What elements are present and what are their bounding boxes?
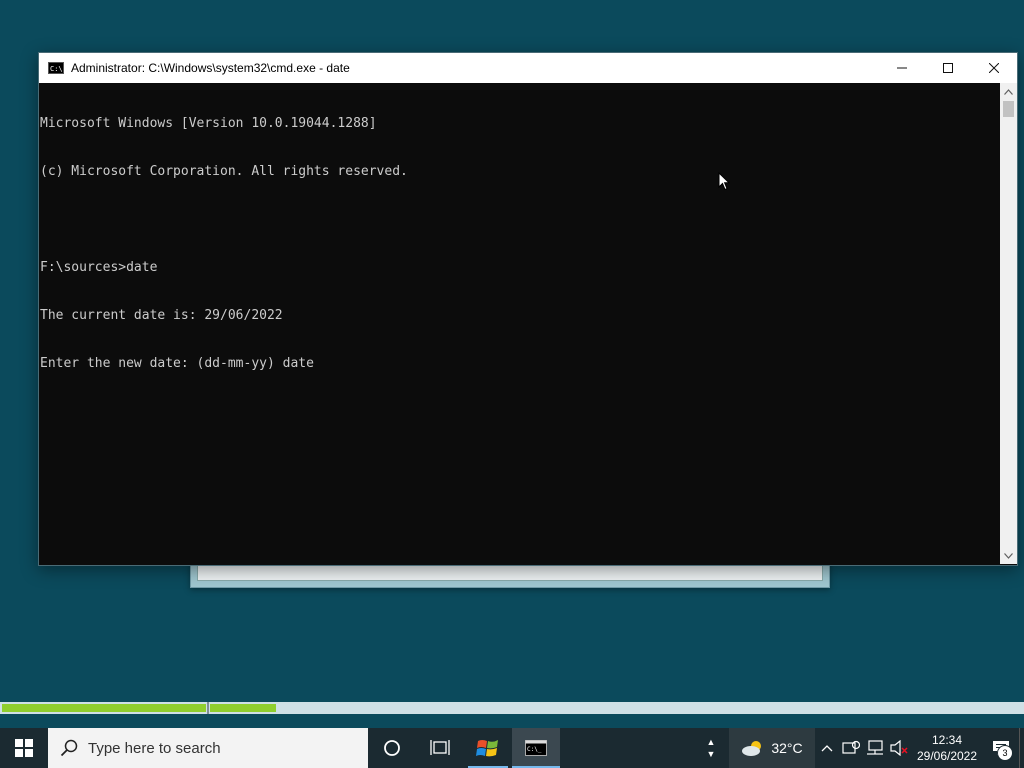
- progress-segment-2: [210, 704, 276, 712]
- weather-widget[interactable]: 32°C: [729, 728, 815, 768]
- network-icon: [867, 740, 883, 755]
- progress-divider: [207, 702, 209, 714]
- windows-logo-icon: [15, 739, 33, 757]
- maximize-button[interactable]: [925, 53, 971, 83]
- mouse-pointer-icon: [718, 172, 730, 191]
- task-view-button[interactable]: [416, 728, 464, 768]
- maximize-icon: [943, 63, 953, 73]
- console-line: Microsoft Windows [Version 10.0.19044.12…: [40, 116, 377, 131]
- chevron-up-icon[interactable]: ▲: [707, 736, 716, 748]
- taskbar-scroll-arrows[interactable]: ▲ ▼: [703, 728, 719, 768]
- windows-flag-icon: [476, 740, 498, 757]
- clock-time: 12:34: [931, 733, 963, 747]
- console-output[interactable]: Microsoft Windows [Version 10.0.19044.12…: [39, 83, 999, 563]
- minimize-button[interactable]: [879, 53, 925, 83]
- clock-date: 29/06/2022: [916, 749, 978, 763]
- cortana-circle-icon: [384, 740, 400, 756]
- cortana-button[interactable]: [368, 728, 416, 768]
- cmd-icon: C:\: [48, 62, 64, 74]
- start-button[interactable]: [0, 728, 48, 768]
- taskbar-app-cmd[interactable]: C:\_: [512, 728, 560, 768]
- taskbar: Type here to search C:\_ ▲ ▼ 32°C 12:34 …: [0, 728, 1024, 768]
- cloud-sun-icon: [742, 741, 762, 756]
- console-line: The current date is: 29/06/2022: [40, 308, 283, 323]
- progress-segment-1: [2, 704, 206, 712]
- weather-temperature: 32°C: [771, 740, 803, 756]
- svg-text:C:\_: C:\_: [527, 746, 542, 753]
- cmd-icon: C:\_: [525, 740, 547, 756]
- task-view-icon: [430, 740, 450, 755]
- show-hidden-icons-button[interactable]: [815, 728, 839, 768]
- console-line: Enter the new date: (dd-mm-yy) date: [40, 356, 314, 371]
- scroll-thumb[interactable]: [1003, 101, 1014, 117]
- notification-count-badge: 3: [997, 745, 1013, 761]
- shield-network-icon: [842, 740, 860, 754]
- search-icon: [60, 739, 78, 757]
- console-line: (c) Microsoft Corporation. All rights re…: [40, 164, 408, 179]
- close-icon: [989, 63, 999, 73]
- chevron-down-icon[interactable]: ▼: [707, 748, 716, 760]
- network-button[interactable]: [863, 728, 887, 768]
- volume-muted-icon: [890, 740, 908, 756]
- cmd-window[interactable]: C:\ Administrator: C:\Windows\system32\c…: [38, 52, 1018, 566]
- scroll-up-arrow-icon[interactable]: [1000, 83, 1017, 100]
- clock[interactable]: 12:34 29/06/2022: [911, 728, 983, 768]
- chevron-up-icon: [821, 745, 833, 752]
- action-center-button[interactable]: 3: [983, 728, 1019, 768]
- background-window-content: [197, 565, 823, 581]
- search-placeholder: Type here to search: [88, 739, 221, 757]
- console-line: F:\sources>date: [40, 260, 158, 275]
- scroll-down-arrow-icon[interactable]: [1000, 547, 1017, 564]
- window-title: Administrator: C:\Windows\system32\cmd.e…: [71, 61, 350, 75]
- taskbar-search-box[interactable]: Type here to search: [48, 728, 368, 768]
- close-button[interactable]: [971, 53, 1017, 83]
- tray-security-icon-button[interactable]: [839, 728, 863, 768]
- progress-bar: [0, 702, 1024, 714]
- system-tray: ▲ ▼ 32°C 12:34 29/06/2022 3: [703, 728, 1024, 768]
- taskbar-app-explorer[interactable]: [464, 728, 512, 768]
- vertical-scrollbar[interactable]: [1000, 83, 1017, 564]
- title-bar[interactable]: C:\ Administrator: C:\Windows\system32\c…: [39, 53, 1017, 83]
- minimize-icon: [897, 67, 907, 69]
- window-controls: [879, 53, 1017, 83]
- volume-button[interactable]: [887, 728, 911, 768]
- show-desktop-button[interactable]: [1019, 728, 1024, 768]
